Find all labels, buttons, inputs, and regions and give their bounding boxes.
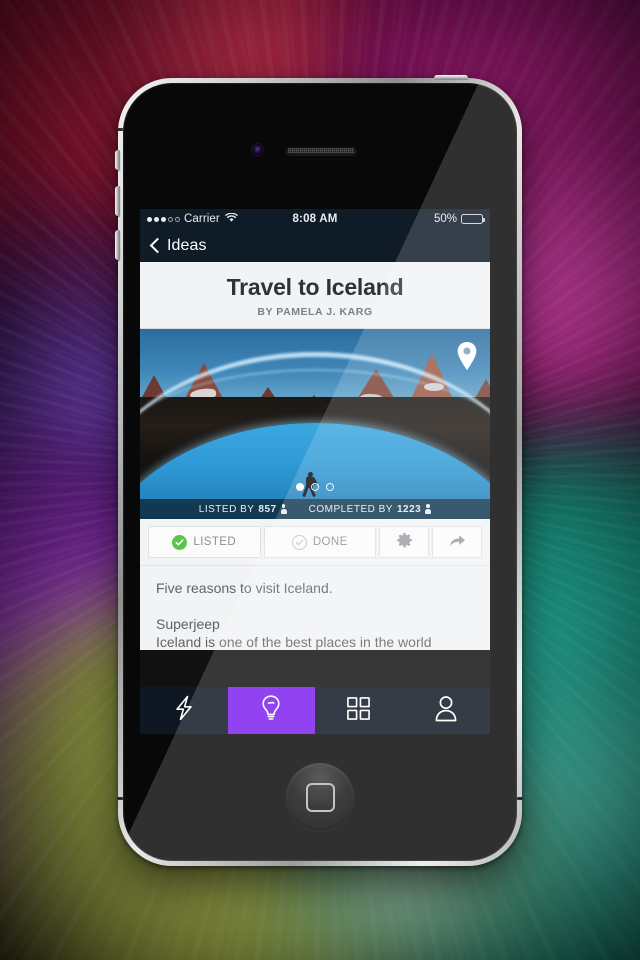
listed-by-stat[interactable]: LISTED BY 857 xyxy=(199,504,287,515)
intro-paragraph: Five reasons to visit Iceland. xyxy=(156,580,333,596)
chevron-left-icon[interactable] xyxy=(148,239,161,252)
power-button[interactable] xyxy=(434,75,468,80)
done-button-label: DONE xyxy=(312,536,348,548)
listed-by-label: LISTED BY xyxy=(198,503,255,515)
check-circle-outline-icon xyxy=(291,534,307,550)
status-bar-clock: 8:08 AM xyxy=(292,213,338,225)
completed-by-count: 1223 xyxy=(396,503,422,515)
lightning-bolt-icon xyxy=(173,695,195,726)
completed-by-label: COMPLETED BY xyxy=(308,503,393,515)
carousel-indicator[interactable] xyxy=(140,483,490,491)
listed-by-count: 857 xyxy=(258,503,277,515)
tab-activity[interactable] xyxy=(140,687,228,734)
tab-bar xyxy=(140,687,490,734)
settings-button[interactable] xyxy=(379,526,429,558)
title-card: Travel to Iceland BY PAMELA J. KARG xyxy=(140,262,490,329)
back-button-label[interactable]: Ideas xyxy=(167,237,207,255)
mute-switch[interactable] xyxy=(115,150,120,170)
gear-icon xyxy=(396,532,413,552)
stats-bar: LISTED BY 857 COMPLETED BY 1223 xyxy=(140,499,490,519)
hero-image[interactable]: LISTED BY 857 COMPLETED BY 1223 xyxy=(140,329,490,519)
listed-button[interactable]: LISTED xyxy=(148,526,261,558)
tab-browse[interactable] xyxy=(315,687,403,734)
phone-device: Carrier 8:08 AM 50% Ideas Travel to Icel… xyxy=(115,75,523,866)
people-icon xyxy=(280,504,287,514)
navigation-bar: Ideas xyxy=(140,229,490,262)
status-bar: Carrier 8:08 AM 50% xyxy=(140,209,490,229)
location-pin-icon[interactable] xyxy=(456,341,478,371)
person-icon xyxy=(434,695,458,727)
tab-profile[interactable] xyxy=(403,687,491,734)
carousel-dot-3[interactable] xyxy=(326,483,334,491)
volume-up-button[interactable] xyxy=(115,186,120,216)
section-heading: Superjeep xyxy=(156,616,220,632)
lightbulb-icon xyxy=(259,694,283,727)
home-button[interactable] xyxy=(286,763,354,831)
author-byline: BY PAMELA J. KARG xyxy=(257,306,373,318)
people-icon xyxy=(425,504,432,514)
phone-screen: Carrier 8:08 AM 50% Ideas Travel to Icel… xyxy=(140,209,490,734)
carousel-dot-2[interactable] xyxy=(311,483,319,491)
listed-button-label: LISTED xyxy=(193,536,237,548)
section-paragraph: Iceland is one of the best places in the… xyxy=(156,634,432,650)
completed-by-stat[interactable]: COMPLETED BY 1223 xyxy=(309,504,432,515)
carousel-dot-1[interactable] xyxy=(296,483,304,491)
share-arrow-icon xyxy=(448,533,466,552)
share-button[interactable] xyxy=(432,526,482,558)
front-camera-icon xyxy=(252,144,263,155)
page-title: Travel to Iceland xyxy=(226,274,404,300)
grid-icon xyxy=(346,696,371,726)
antenna-gap-bottom-right xyxy=(517,797,523,800)
action-button-row: LISTED DONE xyxy=(140,519,490,566)
done-button[interactable]: DONE xyxy=(263,526,376,558)
earpiece-speaker-icon xyxy=(285,146,357,155)
tab-ideas[interactable] xyxy=(227,687,315,734)
volume-down-button[interactable] xyxy=(115,230,120,260)
home-button-square-icon xyxy=(305,782,335,812)
article-content: Five reasons to visit Iceland. Superjeep… xyxy=(140,566,490,650)
battery-icon xyxy=(461,214,485,224)
check-circle-filled-icon xyxy=(172,534,188,550)
